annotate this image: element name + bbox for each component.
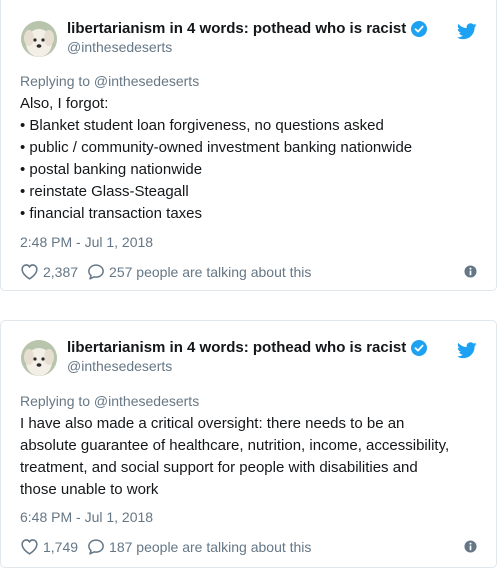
tweet-text: Also, I forgot: • Blanket student loan f…: [20, 93, 478, 225]
tweet-line: • Blanket student loan forgiveness, no q…: [20, 117, 384, 134]
action-bar: 1,749 187 people are talking about this: [20, 538, 477, 555]
replying-to[interactable]: Replying to @inthesedeserts: [20, 393, 199, 409]
display-name[interactable]: libertarianism in 4 words: pothead who i…: [67, 20, 406, 37]
tweet-card: libertarianism in 4 words: pothead who i…: [0, 320, 497, 568]
replying-to[interactable]: Replying to @inthesedeserts: [20, 73, 199, 89]
tweet-line: • reinstate Glass-Steagall: [20, 183, 189, 200]
like-count: 1,749: [43, 538, 79, 555]
like-button[interactable]: 1,749: [20, 538, 78, 555]
tweet-line: I have also made a critical oversight: t…: [20, 415, 405, 432]
talking-count: 187 people are talking about this: [109, 538, 312, 555]
verified-badge-icon: [411, 20, 428, 37]
display-name[interactable]: libertarianism in 4 words: pothead who i…: [67, 339, 406, 356]
tweet-line: absolute guarantee of healthcare, nutrit…: [20, 437, 450, 454]
speech-bubble-icon: [88, 264, 104, 280]
speech-bubble-icon: [88, 539, 104, 555]
timestamp[interactable]: 2:48 PM - Jul 1, 2018: [20, 234, 153, 250]
conversation-button[interactable]: 257 people are talking about this: [87, 263, 311, 280]
handle[interactable]: @inthesedeserts: [67, 358, 172, 374]
tweet-line: • public / community-owned investment ba…: [20, 139, 413, 156]
talking-count: 257 people are talking about this: [109, 263, 312, 280]
avatar[interactable]: [21, 21, 57, 57]
tweet-card: libertarianism in 4 words: pothead who i…: [0, 0, 497, 291]
tweet-line: Also, I forgot:: [20, 95, 109, 112]
dog-avatar-image: [21, 21, 57, 57]
heart-icon: [21, 264, 38, 280]
author-row: libertarianism in 4 words: pothead who i…: [67, 339, 428, 356]
handle[interactable]: @inthesedeserts: [67, 39, 172, 55]
tweet-line: those unable to work: [20, 481, 159, 498]
author-row: libertarianism in 4 words: pothead who i…: [67, 20, 428, 37]
tweet-line: treatment, and social support for people…: [20, 459, 418, 476]
action-bar: 2,387 257 people are talking about this: [20, 263, 477, 280]
twitter-bird-icon[interactable]: [457, 23, 477, 40]
tweet-line: • postal banking nationwide: [20, 161, 203, 178]
heart-icon: [21, 539, 38, 555]
verified-badge-icon: [411, 339, 428, 356]
info-icon[interactable]: [464, 265, 477, 278]
tweet-line: • financial transaction taxes: [20, 205, 203, 222]
avatar[interactable]: [21, 340, 57, 376]
dog-avatar-image: [21, 340, 57, 376]
tweet-text: I have also made a critical oversight: t…: [20, 413, 478, 501]
like-button[interactable]: 2,387: [20, 263, 78, 280]
conversation-button[interactable]: 187 people are talking about this: [87, 538, 311, 555]
timestamp[interactable]: 6:48 PM - Jul 1, 2018: [20, 509, 153, 525]
like-count: 2,387: [43, 263, 79, 280]
info-icon[interactable]: [464, 540, 477, 553]
twitter-bird-icon[interactable]: [457, 342, 477, 359]
